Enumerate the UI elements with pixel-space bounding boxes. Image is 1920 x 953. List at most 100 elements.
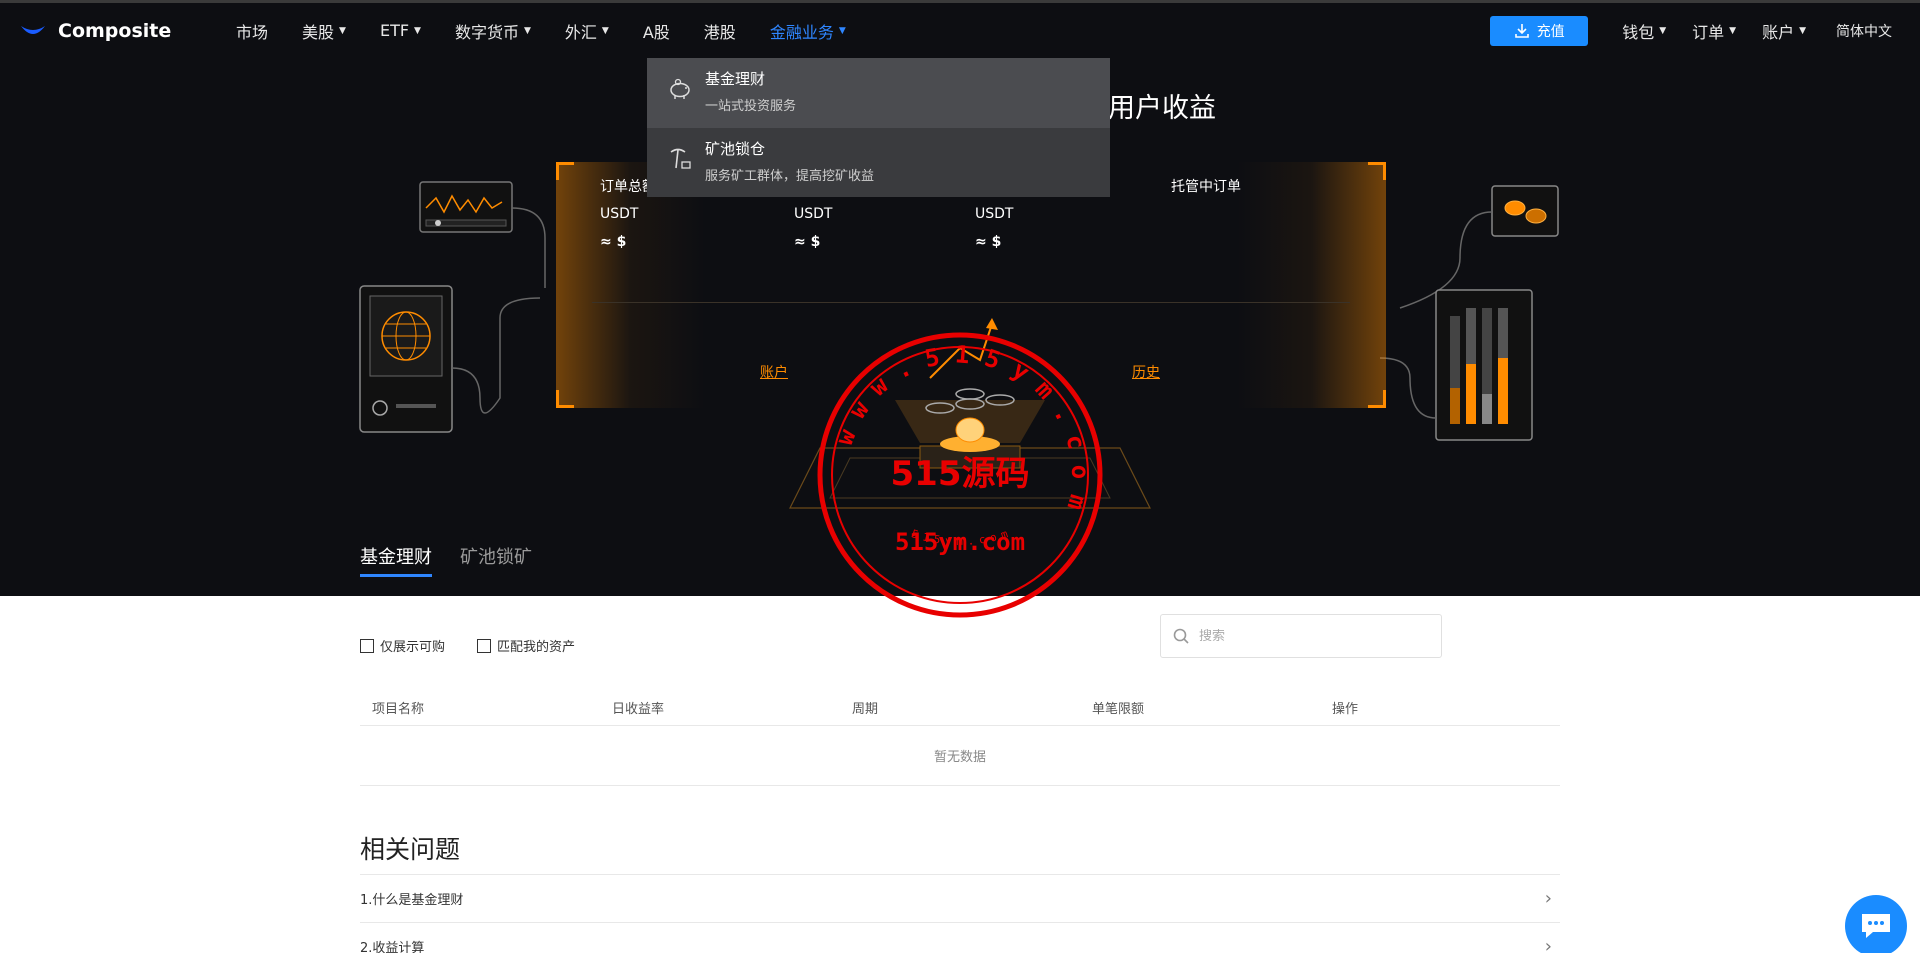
download-icon bbox=[1514, 23, 1529, 38]
dropdown-item-title: 矿池锁仓 bbox=[705, 140, 766, 158]
nav-label: 金融业务 bbox=[769, 22, 834, 42]
column-header-action: 操作 bbox=[1332, 702, 1359, 717]
nav-label: 市场 bbox=[236, 22, 269, 42]
nav-label: 外汇 bbox=[564, 22, 597, 42]
dropdown-item-fund-management[interactable]: 基金理财 一站式投资服务 bbox=[647, 58, 1110, 128]
match-assets-checkbox[interactable]: 匹配我的资产 bbox=[477, 636, 575, 655]
stat-value: ≈ $ bbox=[600, 234, 627, 250]
dropdown-item-mining-pool[interactable]: 矿池锁仓 服务矿工群体，提高挖矿收益 bbox=[647, 128, 1110, 198]
nav-item-forex[interactable]: 外汇 ▼ bbox=[565, 19, 609, 43]
brand-name: Composite bbox=[58, 19, 172, 42]
product-tabs: 基金理财 矿池锁矿 bbox=[360, 543, 560, 577]
nav-item-market[interactable]: 市场 bbox=[236, 19, 268, 43]
language-selector[interactable]: 简体中文 bbox=[1836, 21, 1892, 41]
nav-item-wallet[interactable]: 钱包 ▼ bbox=[1622, 19, 1666, 43]
faq-title: 相关问题 bbox=[360, 835, 461, 864]
nav-label: ETF bbox=[379, 21, 410, 40]
nav-item-us-stocks[interactable]: 美股 ▼ bbox=[302, 19, 346, 43]
nav-item-etf[interactable]: ETF ▼ bbox=[380, 21, 421, 40]
piggy-bank-icon bbox=[670, 78, 690, 99]
nav-item-financial-services[interactable]: 金融业务 ▼ bbox=[770, 19, 846, 43]
deposit-label: 充值 bbox=[1536, 23, 1565, 40]
caret-down-icon: ▼ bbox=[838, 25, 846, 36]
dropdown-item-text: 矿池锁仓 服务矿工群体，提高挖矿收益 bbox=[705, 138, 874, 184]
nav-item-hk-stocks[interactable]: 港股 bbox=[704, 19, 736, 43]
checkbox-box[interactable] bbox=[477, 638, 492, 653]
financial-services-dropdown: 基金理财 一站式投资服务 矿池锁仓 服务矿工群体，提高挖矿收益 bbox=[647, 58, 1110, 197]
faq-question: 1.什么是基金理财 bbox=[360, 893, 464, 908]
deposit-button[interactable]: 充值 bbox=[1490, 15, 1589, 46]
column-header-limit: 单笔限额 bbox=[1092, 702, 1145, 717]
faq-item[interactable]: 1.什么是基金理财 › bbox=[360, 874, 1560, 922]
stat-unit: USDT bbox=[794, 206, 833, 222]
dropdown-item-subtitle: 一站式投资服务 bbox=[705, 99, 797, 114]
tab-fund-management[interactable]: 基金理财 bbox=[360, 543, 432, 577]
stat-label: 托管中订单 bbox=[1171, 179, 1241, 195]
chat-bubble-icon bbox=[1862, 914, 1890, 938]
nav-item-orders[interactable]: 订单 ▼ bbox=[1692, 19, 1736, 43]
caret-down-icon: ▼ bbox=[601, 25, 609, 36]
nav-label: 港股 bbox=[703, 22, 736, 42]
chevron-right-icon: › bbox=[1544, 888, 1552, 909]
nav-label: 数字货币 bbox=[454, 22, 519, 42]
stat-value: ≈ $ bbox=[975, 234, 1002, 250]
right-nav: 充值 钱包 ▼ 订单 ▼ 账户 ▼ 简体中文 bbox=[1490, 3, 1902, 58]
caret-down-icon: ▼ bbox=[523, 25, 531, 36]
nav-item-crypto[interactable]: 数字货币 ▼ bbox=[455, 19, 531, 43]
brand-logo[interactable]: Composite bbox=[20, 20, 210, 42]
stat-custody-orders: 托管中订单 bbox=[1171, 176, 1241, 196]
trading-terminal-illustration-icon bbox=[359, 181, 546, 433]
nav-item-account[interactable]: 账户 ▼ bbox=[1762, 19, 1806, 43]
nav-label: 账户 bbox=[1762, 22, 1795, 42]
table-empty-state: 暂无数据 bbox=[360, 726, 1560, 786]
dropdown-item-title: 基金理财 bbox=[705, 70, 766, 88]
faq-item[interactable]: 2.收益计算 › bbox=[360, 922, 1560, 953]
stat-unit: USDT bbox=[600, 206, 639, 222]
column-header-daily-yield: 日收益率 bbox=[612, 702, 665, 717]
caret-down-icon: ▼ bbox=[1729, 25, 1737, 36]
search-icon bbox=[1173, 628, 1189, 644]
only-available-checkbox[interactable]: 仅展示可购 bbox=[360, 636, 445, 655]
caret-down-icon: ▼ bbox=[414, 25, 421, 36]
products-table: 项目名称 日收益率 周期 单笔限额 操作 暂无数据 bbox=[360, 690, 1560, 786]
stat-value: ≈ $ bbox=[794, 234, 821, 250]
main-nav: 市场 美股 ▼ ETF ▼ 数字货币 ▼ 外汇 ▼ A股 港股 金融业务 ▼ bbox=[236, 19, 880, 43]
caret-down-icon: ▼ bbox=[1799, 25, 1806, 36]
panel-divider bbox=[592, 302, 1350, 303]
checkbox-label: 仅展示可购 bbox=[380, 640, 446, 655]
table-header: 项目名称 日收益率 周期 单笔限额 操作 bbox=[360, 690, 1560, 726]
coin-pedestal-illustration-icon bbox=[789, 318, 1151, 509]
faq-list: 1.什么是基金理财 › 2.收益计算 › bbox=[360, 874, 1560, 953]
nav-item-a-shares[interactable]: A股 bbox=[643, 19, 670, 43]
hero-title: 用户收益 bbox=[1108, 93, 1216, 124]
search-input[interactable] bbox=[1199, 628, 1419, 644]
checkbox-label: 匹配我的资产 bbox=[497, 640, 576, 655]
coin-wallet-illustration-icon bbox=[1380, 185, 1559, 441]
filter-bar: 仅展示可购 匹配我的资产 bbox=[360, 636, 607, 655]
frame-corner bbox=[1368, 162, 1386, 180]
language-label: 简体中文 bbox=[1836, 23, 1892, 40]
chat-support-button[interactable] bbox=[1845, 895, 1907, 953]
faq-question: 2.收益计算 bbox=[360, 941, 425, 953]
brand-logo-icon bbox=[21, 25, 45, 34]
frame-corner bbox=[556, 390, 574, 408]
mining-pickaxe-icon bbox=[670, 148, 691, 169]
checkbox-box[interactable] bbox=[360, 638, 374, 653]
nav-label: A股 bbox=[642, 22, 670, 42]
nav-label: 钱包 bbox=[1622, 22, 1655, 42]
chevron-right-icon: › bbox=[1544, 936, 1552, 953]
caret-down-icon: ▼ bbox=[1659, 25, 1667, 36]
caret-down-icon: ▼ bbox=[339, 25, 346, 36]
tab-mining-pool-lock[interactable]: 矿池锁矿 bbox=[460, 543, 532, 577]
top-navigation-bar: Composite 市场 美股 ▼ ETF ▼ 数字货币 ▼ 外汇 ▼ A股 港股 金融… bbox=[0, 0, 1920, 58]
column-header-period: 周期 bbox=[852, 702, 879, 717]
nav-label: 美股 bbox=[302, 22, 335, 42]
dropdown-item-text: 基金理财 一站式投资服务 bbox=[705, 68, 796, 114]
stat-unit: USDT bbox=[975, 206, 1014, 222]
column-header-project-name: 项目名称 bbox=[372, 702, 425, 717]
frame-corner bbox=[1368, 390, 1386, 408]
search-box bbox=[1160, 614, 1442, 658]
dropdown-item-subtitle: 服务矿工群体，提高挖矿收益 bbox=[705, 169, 875, 184]
nav-label: 订单 bbox=[1692, 22, 1725, 42]
frame-corner bbox=[556, 162, 574, 180]
